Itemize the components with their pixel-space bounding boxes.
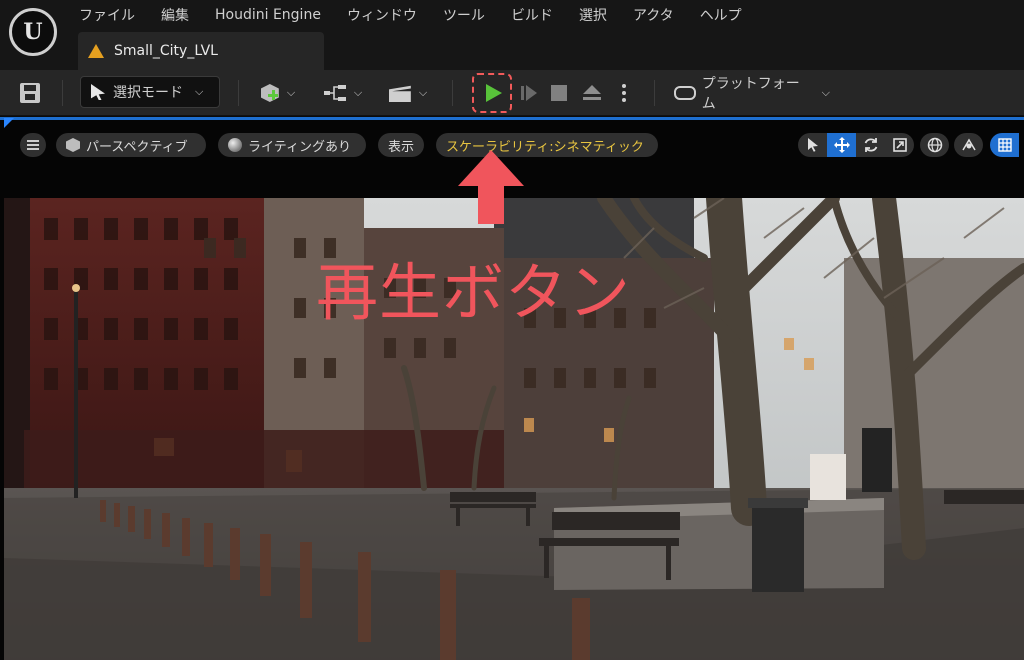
chevron-down-icon: ⌵	[195, 85, 204, 98]
logo-letter: U	[23, 19, 43, 45]
blueprint-button[interactable]: ⌵	[320, 75, 366, 111]
level-tab-label: Small_City_LVL	[114, 43, 218, 59]
sphere-icon	[228, 138, 242, 152]
skip-icon	[521, 85, 537, 101]
grid-snap-button[interactable]	[990, 133, 1019, 157]
toolbar-divider	[452, 80, 453, 106]
save-button[interactable]	[12, 75, 48, 111]
level-icon	[88, 44, 104, 58]
grid-snap-toggle	[990, 133, 1019, 157]
select-mode-label: 選択モード	[113, 85, 183, 101]
show-label: 表示	[387, 139, 414, 155]
perspective-button[interactable]: パースペクティブ	[56, 133, 206, 157]
skip-frame-button[interactable]	[516, 75, 542, 111]
menu-file[interactable]: ファイル	[66, 5, 148, 25]
rotate-tool[interactable]	[856, 133, 885, 157]
annotation-label: 再生ボタン	[316, 256, 632, 329]
menu-select[interactable]: 選択	[566, 5, 620, 25]
play-icon	[486, 84, 502, 102]
menu-tools[interactable]: ツール	[430, 5, 498, 25]
select-mode-icon	[91, 84, 105, 100]
surface-snap-toggle	[954, 133, 983, 157]
grid-icon	[997, 138, 1012, 152]
cinematics-icon	[388, 85, 411, 102]
save-icon	[20, 83, 40, 103]
cinematics-button[interactable]: ⌵	[384, 75, 432, 111]
viewport-corner-marker	[4, 118, 14, 128]
main-toolbar: 選択モード ⌵ ⌵ ⌵ ⌵ プラットフォーム ⌵	[0, 70, 1024, 116]
hamburger-icon	[27, 140, 39, 150]
stop-button[interactable]	[546, 75, 572, 111]
globe-icon	[927, 137, 942, 153]
toolbar-divider	[654, 80, 655, 106]
coordinate-toggle	[920, 133, 949, 157]
surface-snap-button[interactable]	[954, 133, 983, 157]
menu-edit[interactable]: 編集	[148, 5, 202, 25]
blueprint-icon	[323, 85, 346, 101]
scale-icon	[892, 138, 907, 152]
transform-tools	[798, 133, 914, 157]
scale-tool[interactable]	[885, 133, 914, 157]
platform-dropdown[interactable]: プラットフォーム ⌵	[674, 75, 830, 112]
menu-help[interactable]: ヘルプ	[687, 5, 755, 25]
menu-houdini-engine[interactable]: Houdini Engine	[202, 7, 334, 23]
cube-icon	[66, 138, 80, 152]
unreal-logo-icon[interactable]: U	[9, 8, 57, 56]
toolbar-divider	[238, 80, 239, 106]
eject-icon	[583, 85, 601, 101]
more-options-icon	[622, 84, 626, 88]
plus-icon	[268, 90, 278, 100]
chevron-down-icon: ⌵	[286, 86, 296, 99]
move-tool[interactable]	[827, 133, 856, 157]
eject-button[interactable]	[578, 75, 606, 111]
gamepad-icon	[674, 86, 696, 100]
arrow-up-icon	[458, 150, 524, 224]
chevron-down-icon: ⌵	[353, 86, 363, 99]
menu-actor[interactable]: アクタ	[620, 5, 687, 25]
play-button[interactable]	[472, 73, 512, 113]
level-tab[interactable]: Small_City_LVL	[78, 32, 324, 70]
lighting-label: ライティングあり	[248, 139, 351, 155]
lighting-button[interactable]: ライティングあり	[218, 133, 366, 157]
world-local-toggle[interactable]	[920, 133, 949, 157]
perspective-label: パースペクティブ	[86, 139, 188, 155]
select-tool[interactable]	[798, 133, 827, 157]
play-options-button[interactable]	[614, 75, 634, 111]
toolbar-divider	[62, 80, 63, 106]
more-options-dot	[622, 98, 626, 102]
menu-window[interactable]: ウィンドウ	[334, 5, 430, 25]
stop-icon	[551, 85, 567, 101]
menu-build[interactable]: ビルド	[498, 5, 566, 25]
chevron-down-icon: ⌵	[821, 86, 830, 99]
show-button[interactable]: 表示	[378, 133, 424, 157]
chevron-down-icon: ⌵	[418, 86, 428, 99]
add-actor-button[interactable]: ⌵	[254, 75, 302, 111]
viewport-menu-button[interactable]	[20, 133, 46, 157]
select-icon	[807, 138, 818, 152]
more-options-dot	[622, 91, 626, 95]
surface-snap-icon	[961, 138, 976, 151]
move-icon	[833, 137, 850, 153]
rotate-icon	[864, 138, 877, 152]
select-mode-dropdown[interactable]: 選択モード ⌵	[80, 76, 220, 108]
main-menu: ファイル 編集 Houdini Engine ウィンドウ ツール ビルド 選択 …	[66, 0, 755, 30]
menu-bar: U ファイル 編集 Houdini Engine ウィンドウ ツール ビルド 選…	[0, 0, 1024, 70]
platform-label: プラットフォーム	[701, 76, 800, 112]
